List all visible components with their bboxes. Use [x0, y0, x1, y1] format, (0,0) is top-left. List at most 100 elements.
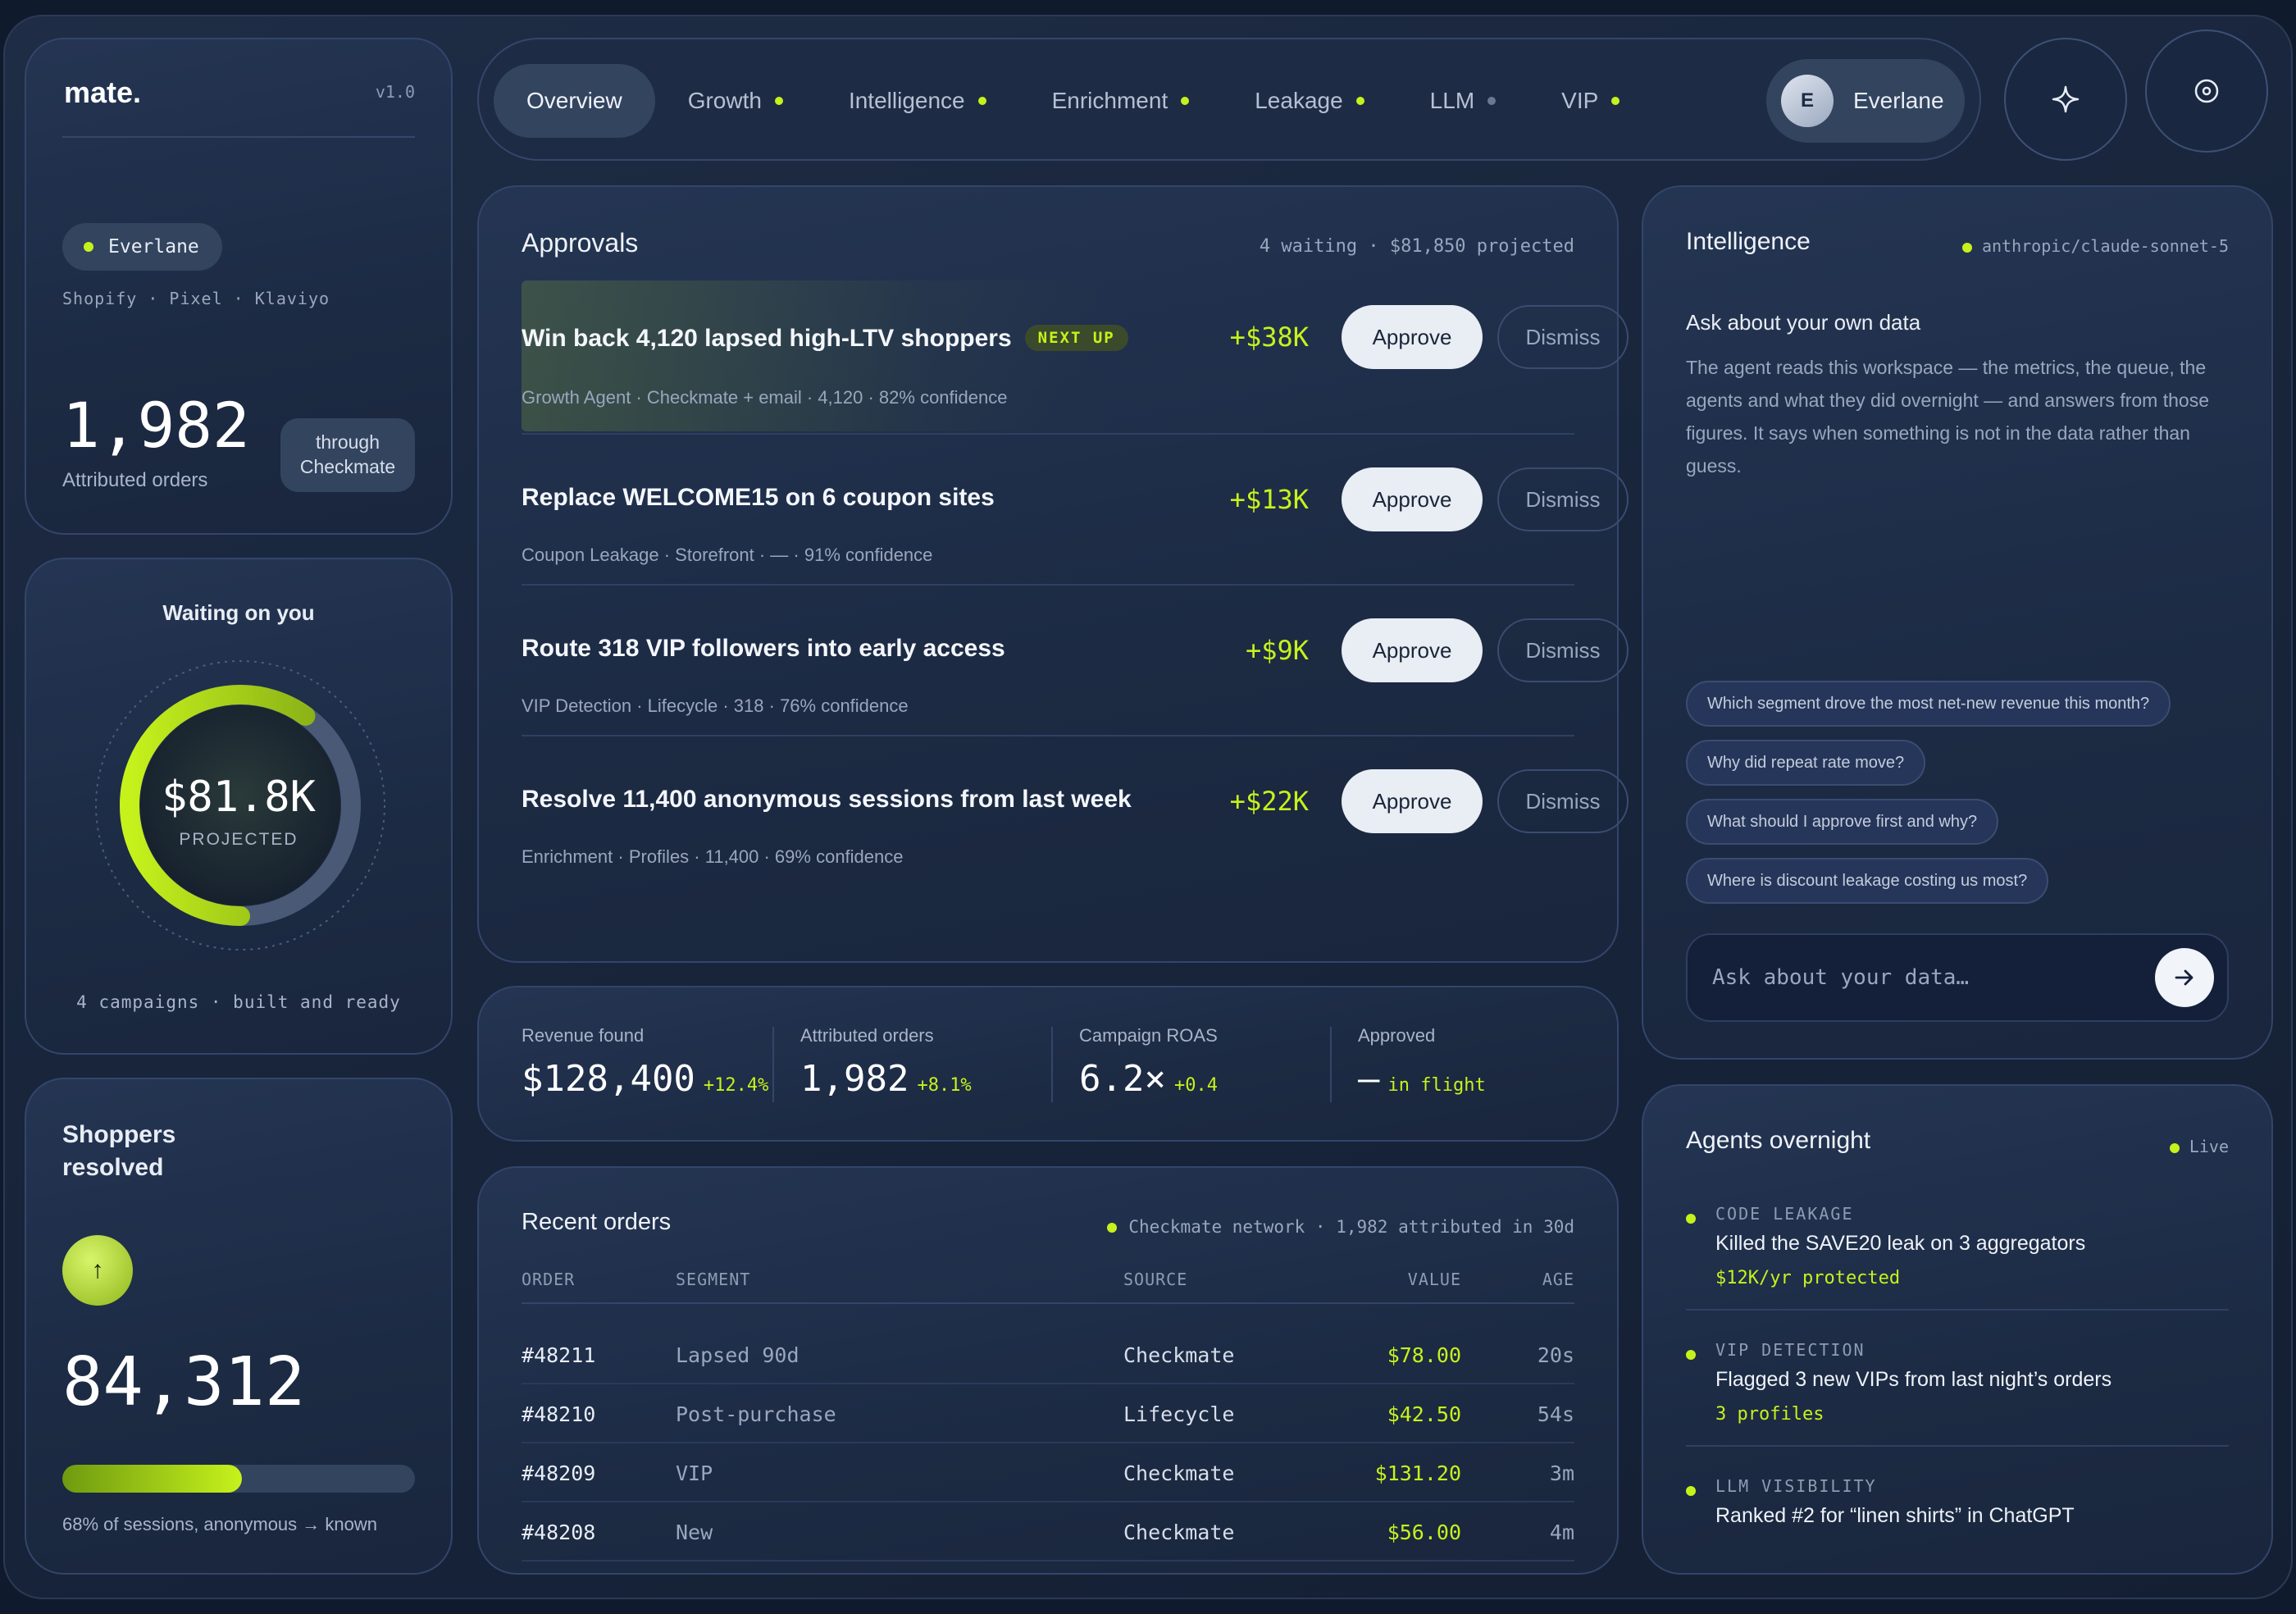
- status-dot-icon: [1107, 1223, 1118, 1233]
- agents-title: Agents overnight: [1686, 1127, 1871, 1154]
- status-dot-icon: [1686, 1486, 1696, 1496]
- suggestion-chip[interactable]: Where is discount leakage costing us mos…: [1686, 858, 2049, 904]
- suggestion-chip[interactable]: What should I approve first and why?: [1686, 799, 1999, 845]
- approval-row: Win back 4,120 lapsed high-LTV shoppers N…: [522, 285, 1629, 436]
- approval-value: +$9K: [1245, 635, 1309, 666]
- badge-line: through: [315, 431, 380, 453]
- target-icon[interactable]: [2145, 30, 2268, 153]
- metric-value: $128,400 +12.4%: [522, 1058, 768, 1100]
- table-cell: #48211: [522, 1343, 596, 1367]
- user-menu[interactable]: E Everlane: [1766, 59, 1965, 143]
- metric-number: $128,400: [522, 1058, 695, 1100]
- approval-title: Replace WELCOME15 on 6 coupon sites: [522, 484, 995, 512]
- column-header-value[interactable]: VALUE: [1408, 1270, 1461, 1289]
- tab-label: VIP: [1561, 88, 1599, 113]
- approval-details: Growth Agent · Checkmate + email · 4,120…: [522, 387, 1008, 408]
- attributed-orders-label: Attributed orders: [62, 469, 208, 491]
- suggestion-chip[interactable]: Why did repeat rate move?: [1686, 740, 1926, 786]
- tab-leakage[interactable]: Leakage: [1222, 64, 1396, 138]
- metric-value: 1,982 +8.1%: [800, 1058, 972, 1100]
- intelligence-subtitle: Ask about your own data: [1686, 310, 1921, 335]
- tab-growth[interactable]: Growth: [655, 64, 816, 138]
- status-dot-icon: [977, 97, 986, 105]
- brand-logo: mate.: [64, 75, 142, 109]
- approve-button[interactable]: Approve: [1342, 467, 1483, 531]
- tab-overview[interactable]: Overview: [494, 64, 655, 138]
- status-dot-icon: [1181, 97, 1190, 105]
- metric-delta: +8.1%: [917, 1075, 972, 1096]
- dismiss-button[interactable]: Dismiss: [1497, 618, 1629, 682]
- tab-llm[interactable]: LLM: [1397, 64, 1528, 138]
- column-header-order[interactable]: ORDER: [522, 1270, 575, 1289]
- approval-title-text: Win back 4,120 lapsed high-LTV shoppers: [522, 325, 1012, 352]
- metric-number: —: [1358, 1058, 1380, 1100]
- tab-label: LLM: [1429, 88, 1475, 113]
- column-header-segment[interactable]: SEGMENT: [676, 1270, 750, 1289]
- divider: [1051, 1027, 1053, 1102]
- tab-enrichment[interactable]: Enrichment: [1019, 64, 1223, 138]
- approval-title-text: Replace WELCOME15 on 6 coupon sites: [522, 484, 995, 511]
- arrow-up-icon[interactable]: ↑: [62, 1235, 133, 1306]
- tab-intelligence[interactable]: Intelligence: [816, 64, 1019, 138]
- badge-line: Checkmate: [299, 456, 396, 477]
- table-row[interactable]: #48209 VIP Checkmate $131.20 3m: [522, 1443, 1574, 1502]
- dismiss-button[interactable]: Dismiss: [1497, 769, 1629, 833]
- metric-attributed-orders: Attributed orders 1,982 +8.1%: [800, 987, 1063, 1140]
- metric-number: 1,982: [800, 1058, 909, 1100]
- suggestion-chip[interactable]: Which segment drove the most net-new rev…: [1686, 681, 2171, 727]
- table-row[interactable]: #48211 Lapsed 90d Checkmate $78.00 20s: [522, 1325, 1574, 1384]
- metric-label: Revenue found: [522, 1025, 645, 1046]
- attributed-orders-value: 1,982: [62, 389, 250, 462]
- table-row[interactable]: #48210 Post-purchase Lifecycle $42.50 54s: [522, 1384, 1574, 1443]
- orders-title: Recent orders: [522, 1209, 672, 1235]
- agent-category: VIP DETECTION: [1715, 1340, 1866, 1360]
- table-cell: Checkmate: [1123, 1521, 1235, 1544]
- metric-delta: +12.4%: [703, 1075, 769, 1096]
- metrics-card: Revenue found $128,400 +12.4% Attributed or…: [477, 986, 1619, 1142]
- table-cell: Lapsed 90d: [676, 1343, 800, 1367]
- ask-input[interactable]: [1712, 935, 2139, 1020]
- version-label: v1.0: [375, 82, 415, 102]
- column-header-age[interactable]: AGE: [1542, 1270, 1574, 1289]
- store-selector[interactable]: Everlane: [62, 223, 222, 271]
- approval-value: +$38K: [1229, 321, 1309, 353]
- tab-label: Leakage: [1255, 88, 1343, 113]
- divider: [772, 1027, 774, 1102]
- status-dot-icon: [84, 242, 93, 252]
- approve-button[interactable]: Approve: [1342, 305, 1483, 369]
- sparkle-icon[interactable]: [2004, 38, 2127, 161]
- metric-value: — in flight: [1358, 1058, 1486, 1100]
- intelligence-title: Intelligence: [1686, 228, 1811, 255]
- dismiss-button[interactable]: Dismiss: [1497, 467, 1629, 531]
- table-row[interactable]: #48208 New Checkmate $56.00 4m: [522, 1502, 1574, 1562]
- metric-value: 6.2× +0.4: [1079, 1058, 1218, 1100]
- shoppers-title: Shoppers resolved: [62, 1121, 176, 1181]
- avatar: E: [1781, 75, 1834, 127]
- table-cell: 3m: [1549, 1461, 1574, 1485]
- metric-label: Attributed orders: [800, 1025, 934, 1046]
- status-dot-icon: [1686, 1350, 1696, 1360]
- divider: [522, 1302, 1574, 1304]
- approval-title-text: Resolve 11,400 anonymous sessions from l…: [522, 786, 1132, 813]
- dismiss-button[interactable]: Dismiss: [1497, 305, 1629, 369]
- approval-value: +$22K: [1229, 786, 1309, 817]
- send-arrow-icon[interactable]: [2155, 948, 2214, 1007]
- approvals-card: Approvals 4 waiting · $81,850 projected …: [477, 185, 1629, 963]
- approval-details: Enrichment · Profiles · 11,400 · 69% con…: [522, 846, 904, 867]
- live-label: Live: [2189, 1137, 2229, 1156]
- tab-vip[interactable]: VIP: [1528, 64, 1652, 138]
- status-dot-icon: [1487, 97, 1496, 105]
- ask-box: [1686, 933, 2229, 1022]
- column-header-source[interactable]: SOURCE: [1123, 1270, 1187, 1289]
- status-dot-icon: [1355, 97, 1364, 105]
- metric-campaign-roas: Campaign ROAS 6.2× +0.4: [1079, 987, 1342, 1140]
- divider: [1686, 1445, 2229, 1447]
- approval-row: Replace WELCOME15 on 6 coupon sites Coupo…: [522, 451, 1629, 602]
- agent-summary: Ranked #2 for “linen shirts” in ChatGPT: [1715, 1504, 2075, 1527]
- approve-button[interactable]: Approve: [1342, 769, 1483, 833]
- divider: [1330, 1027, 1332, 1102]
- intelligence-description: The agent reads this workspace — the met…: [1686, 357, 2209, 476]
- approve-button[interactable]: Approve: [1342, 618, 1483, 682]
- status-dot-icon: [774, 97, 783, 105]
- metric-approved: Approved — in flight: [1358, 987, 1620, 1140]
